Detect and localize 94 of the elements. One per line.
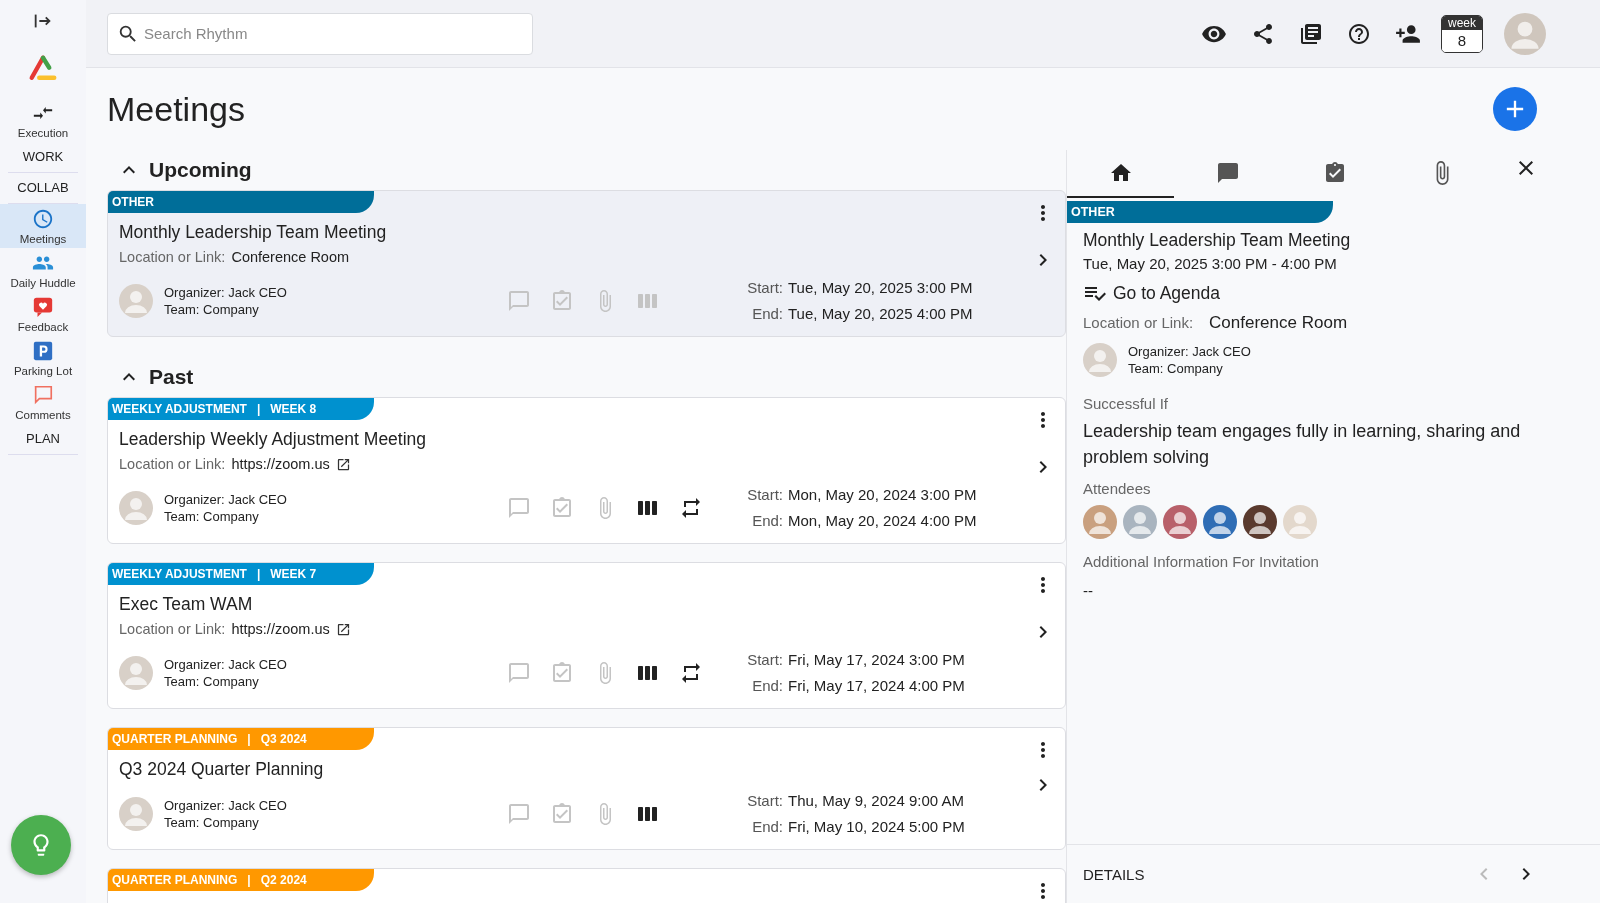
lightbulb-button[interactable]	[11, 815, 71, 875]
start-label: Start:	[746, 278, 783, 298]
add-button[interactable]	[1493, 87, 1537, 131]
successful-if-text: Leadership team engages fully in learning, sharing and problem solving	[1083, 420, 1522, 469]
end-label: End:	[751, 817, 783, 837]
end-time: Fri, May 17, 2024 4:00 PM	[788, 676, 966, 696]
end-time: Mon, May 20, 2024 4:00 PM	[788, 511, 978, 531]
news-icon[interactable]	[1299, 21, 1323, 46]
team-text: Team: Company	[164, 301, 260, 318]
sidebar-section[interactable]: PLAN	[8, 424, 78, 455]
comment-icon	[32, 383, 54, 406]
start-time: Thu, May 9, 2024 9:00 AM	[788, 791, 965, 811]
avatar	[1283, 505, 1317, 539]
organizer-text: Organizer: Jack CEO	[164, 491, 287, 508]
start-time: Tue, May 20, 2025 3:00 PM	[788, 278, 974, 298]
end-time: Fri, May 10, 2024 5:00 PM	[788, 817, 966, 837]
meeting-card[interactable]: OTHER Monthly Leadership Team Meeting Location or Link: Conference Room Organizer: Jack CEO Team: Company Start: Tue, May 20, 2025 3:00 PM End: Tue, May 20, 2025 4:00 PM	[107, 190, 1066, 337]
avatar	[1083, 343, 1117, 377]
organizer-text: Organizer: Jack CEO	[164, 656, 287, 673]
meeting-title: Leadership Weekly Adjustment Meeting	[119, 428, 428, 450]
section-title: Past	[149, 365, 194, 389]
avatar	[1243, 505, 1277, 539]
meeting-type-tag: WEEKLY ADJUSTMENT | WEEK 8	[108, 398, 374, 420]
meeting-title: Exec Team WAM	[119, 593, 254, 615]
details-label: DETAILS	[1083, 865, 1145, 883]
meeting-datetime: Tue, May 20, 2025 3:00 PM - 4:00 PM	[1083, 254, 1338, 274]
location-value: Conference Room	[1209, 313, 1348, 333]
additional-info-value: --	[1083, 582, 1094, 599]
location-label: Location or Link:	[119, 248, 226, 267]
end-label: End:	[751, 676, 783, 696]
sidebar-item[interactable]: Parking Lot	[0, 336, 86, 380]
section-title: Upcoming	[149, 158, 252, 182]
heart-message-icon	[32, 295, 54, 318]
meeting-type-tag: QUARTER PLANNING | Q2 2024	[108, 869, 374, 891]
share-icon[interactable]	[1251, 21, 1275, 46]
meeting-title: Monthly Leadership Team Meeting	[119, 221, 388, 243]
location-label: Location or Link:	[119, 620, 226, 639]
avatar	[119, 491, 153, 525]
clock-icon	[32, 207, 54, 230]
meeting-title: Q3 2024 Quarter Planning	[119, 758, 325, 780]
organizer-text: Organizer: Jack CEO	[164, 284, 287, 301]
external-link-icon[interactable]	[335, 456, 351, 472]
successful-if-label: Successful If	[1083, 395, 1170, 412]
parking-icon	[32, 339, 54, 362]
help-icon[interactable]	[1347, 21, 1371, 46]
location-label: Location or Link:	[1083, 314, 1194, 331]
avatar	[119, 284, 153, 318]
organizer-text: Organizer: Jack CEO	[164, 797, 287, 814]
location-label: Location or Link:	[119, 455, 226, 474]
sidebar-item[interactable]: Meetings	[0, 204, 86, 248]
avatar	[1163, 505, 1197, 539]
meeting-card[interactable]: QUARTER PLANNING | Q3 2024 Q3 2024 Quarter Planning Organizer: Jack CEO Team: Company Start: Thu, May 9, 2024 9:00 AM End: Fri, May 10, 2024 5:00 PM	[107, 727, 1066, 850]
chat-icon	[1215, 161, 1240, 185]
start-time: Mon, May 20, 2024 3:00 PM	[788, 485, 978, 505]
end-label: End:	[751, 304, 783, 324]
location-value[interactable]: https://zoom.us	[231, 619, 330, 639]
start-time: Fri, May 17, 2024 3:00 PM	[788, 650, 966, 670]
avatar	[1083, 505, 1117, 539]
week-badge[interactable]: week 8	[1441, 14, 1483, 53]
start-label: Start:	[746, 650, 783, 670]
team-text: Team: Company	[1128, 360, 1224, 377]
organizer-text: Organizer: Jack CEO	[1128, 343, 1251, 360]
meeting-card[interactable]: WEEKLY ADJUSTMENT | WEEK 7 Exec Team WAM Location or Link: https://zoom.us Organizer: Jack CEO Team: Company Start: Fri, May 17, 2024 3:00 PM End: Fri, May 17, 2024 4:00 PM	[107, 562, 1066, 709]
sidebar-item[interactable]: Feedback	[0, 292, 86, 336]
team-text: Team: Company	[164, 814, 260, 831]
attendees-label: Attendees	[1083, 480, 1152, 497]
meeting-type-tag: QUARTER PLANNING | Q3 2024	[108, 728, 374, 750]
sidebar-item[interactable]: Comments	[0, 380, 86, 424]
end-time: Tue, May 20, 2025 4:00 PM	[788, 304, 974, 324]
meeting-card[interactable]: WEEKLY ADJUSTMENT | WEEK 8 Leadership Weekly Adjustment Meeting Location or Link: https://zoom.us Organizer: Jack CEO Team: Company Start: Mon, May 20, 2024 3:00 PM End: Mon, May 20, 2024 4:00 PM	[107, 397, 1066, 544]
sidebar-section[interactable]: WORK	[8, 142, 78, 173]
team-text: Team: Company	[164, 673, 260, 690]
meeting-title: Monthly Leadership Team Meeting	[1083, 229, 1352, 252]
additional-info-label: Additional Information For Invitation	[1083, 553, 1320, 570]
meeting-type-tag: WEEKLY ADJUSTMENT | WEEK 7	[108, 563, 374, 585]
end-label: End:	[751, 511, 783, 531]
avatar	[1123, 505, 1157, 539]
sidebar-item[interactable]: Daily Huddle	[0, 248, 86, 292]
sidebar-item[interactable]: Execution	[0, 98, 86, 142]
meeting-type-tag: OTHER	[108, 191, 374, 213]
search-field[interactable]: Search Rhythm	[107, 12, 533, 55]
avatar	[119, 656, 153, 690]
start-label: Start:	[746, 485, 783, 505]
location-value[interactable]: https://zoom.us	[231, 454, 330, 474]
start-label: Start:	[746, 791, 783, 811]
avatar	[1203, 505, 1237, 539]
avatar	[119, 797, 153, 831]
page-title: Meetings	[107, 89, 245, 129]
team-text: Team: Company	[164, 508, 260, 525]
location-value: Conference Room	[231, 248, 350, 267]
meeting-type-tag: OTHER	[1067, 201, 1333, 223]
avatar	[1504, 12, 1546, 55]
agenda-link[interactable]: Go to Agenda	[1083, 281, 1221, 305]
external-link-icon[interactable]	[335, 621, 351, 637]
